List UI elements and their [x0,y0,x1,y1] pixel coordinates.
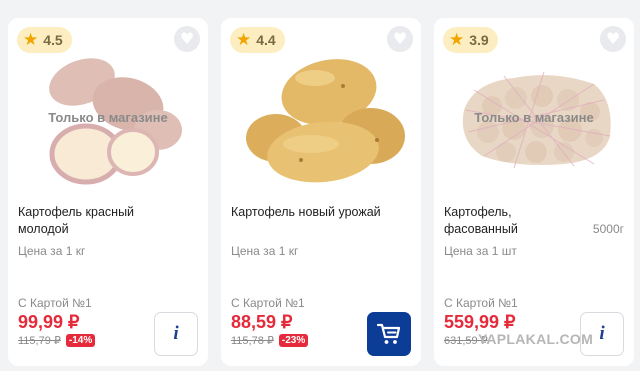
current-price: 88,59 ₽ [231,312,293,332]
star-icon: ★ [236,29,252,50]
loyalty-card-label: С Картой №1 [18,296,92,310]
unit-price-label: Цена за 1 кг [18,244,86,258]
unit-price-label: Цена за 1 кг [231,244,299,258]
store-only-badge: Только в магазине [474,110,594,125]
favorite-button[interactable]: ♥ [174,26,200,52]
old-price: 115,78 ₽ [231,335,274,347]
add-to-cart-button[interactable] [367,312,411,356]
heart-icon: ♥ [392,29,408,48]
current-price: 559,99 ₽ [444,312,516,332]
rating-badge: ★ 3.9 [443,27,498,53]
cart-icon [377,323,401,344]
current-price: 99,99 ₽ [18,312,80,332]
info-icon: i [173,323,179,344]
old-price-row: 115,79 ₽ -14% [18,334,96,347]
product-weight: 5000г [592,222,624,236]
old-price: 115,79 ₽ [18,335,61,347]
discount-badge: -14% [65,334,96,347]
info-button[interactable]: i [154,312,198,356]
product-name[interactable]: Картофель, фасованный [444,204,544,238]
star-icon: ★ [23,29,39,50]
unit-price-label: Цена за 1 шт [444,244,517,258]
watermark: YAPLAKAL.COM [478,331,594,347]
favorite-button[interactable]: ♥ [600,26,626,52]
product-name[interactable]: Картофель новый урожай [231,204,411,221]
product-name[interactable]: Картофель красный молодой [18,204,148,238]
product-image[interactable] [231,40,411,190]
favorite-button[interactable]: ♥ [387,26,413,52]
discount-badge: -23% [278,334,309,347]
star-icon: ★ [449,29,465,50]
rating-value: 4.4 [256,32,276,48]
info-icon: i [599,323,605,344]
product-card[interactable]: ★ 4.4 ♥ Картофель новый урожай Цена за 1… [221,18,421,366]
product-card[interactable]: Только в магазине ★ 3.9 ♥ Картофель, фас… [434,18,634,366]
loyalty-card-label: С Картой №1 [231,296,305,310]
product-card[interactable]: Только в магазине ★ 4.5 ♥ Картофель крас… [8,18,208,366]
rating-value: 3.9 [469,32,489,48]
store-only-badge: Только в магазине [48,110,168,125]
rating-badge: ★ 4.4 [230,27,285,53]
heart-icon: ♥ [605,29,621,48]
rating-badge: ★ 4.5 [17,27,72,53]
heart-icon: ♥ [179,29,195,48]
old-price-row: 115,78 ₽ -23% [231,334,309,347]
loyalty-card-label: С Картой №1 [444,296,518,310]
rating-value: 4.5 [43,32,63,48]
